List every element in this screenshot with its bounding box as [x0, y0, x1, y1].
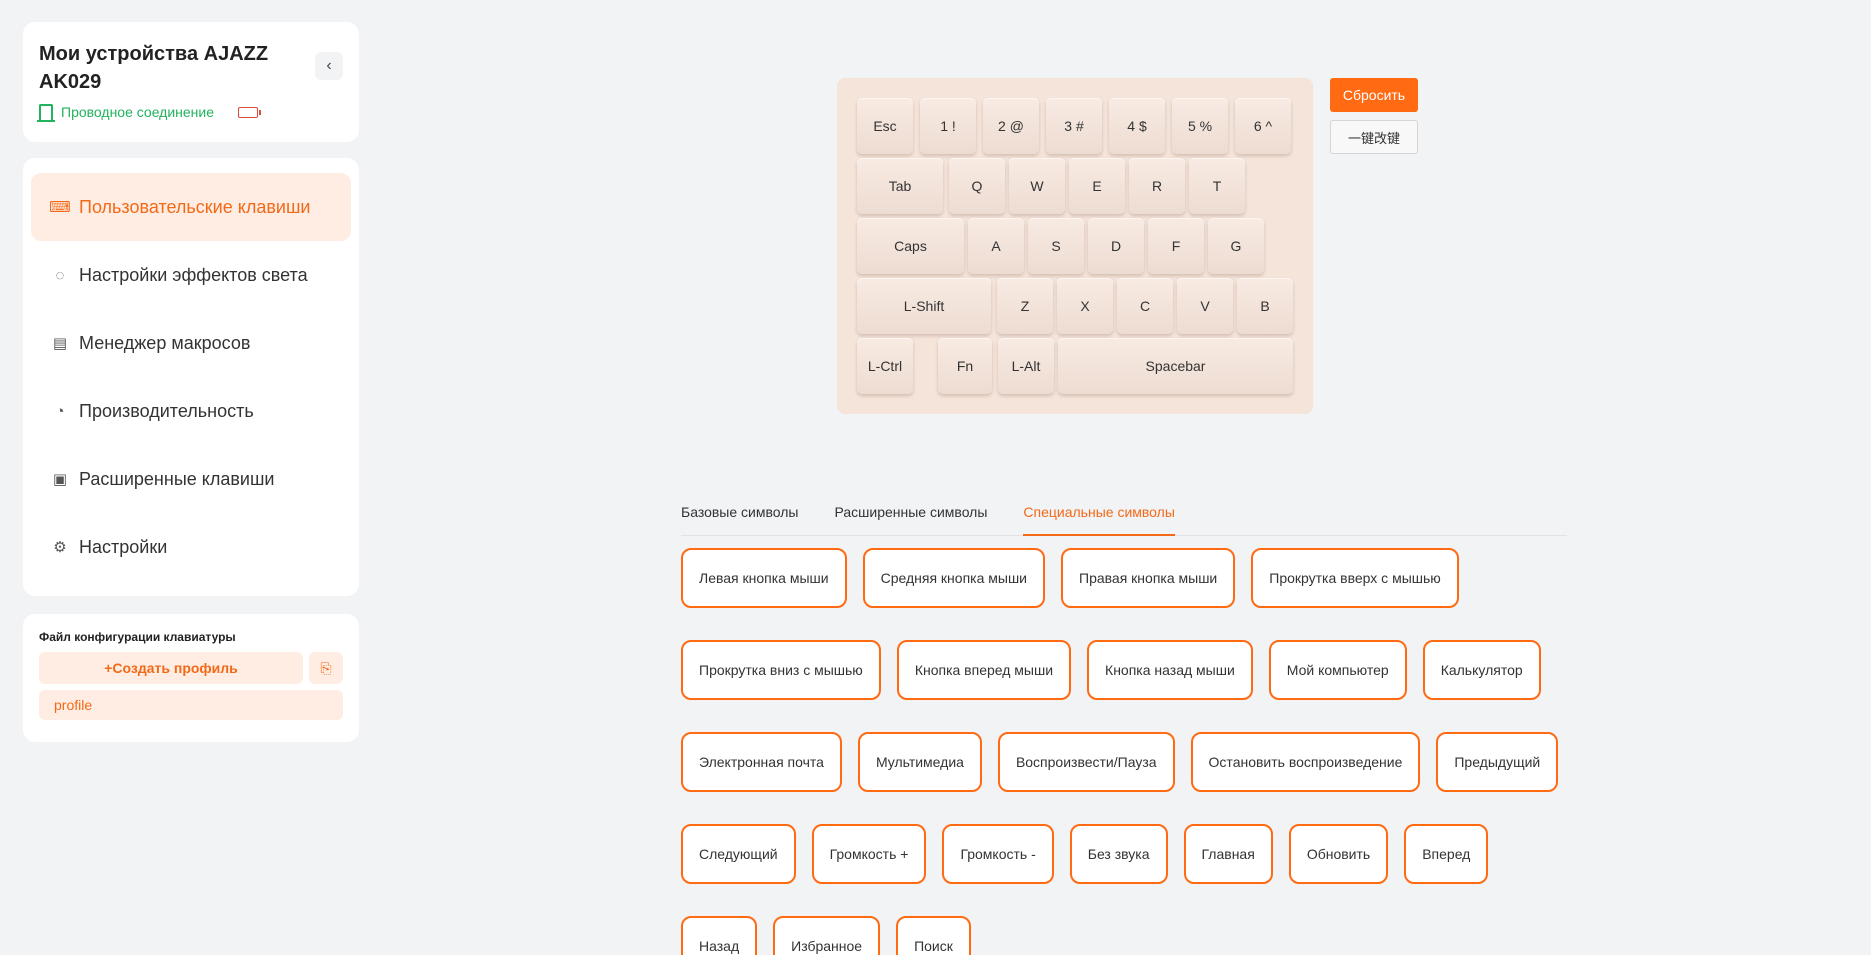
key-c[interactable]: C	[1117, 278, 1173, 334]
special-key-stop[interactable]: Остановить воспроизведение	[1190, 732, 1421, 792]
special-key-multimedia[interactable]: Мультимедиа	[857, 732, 982, 792]
sidebar-nav: ⌨ Пользовательские клавиши ◌ Настройки э…	[23, 158, 359, 596]
reset-button[interactable]: Сбросить	[1330, 78, 1418, 112]
symbol-tabs: Базовые символы Расширенные символы Спец…	[681, 502, 1567, 536]
tab-special-symbols[interactable]: Специальные символы	[1023, 502, 1175, 536]
key-1[interactable]: 1 !	[920, 98, 976, 154]
key-tab[interactable]: Tab	[857, 158, 943, 214]
key-4[interactable]: 4 $	[1109, 98, 1165, 154]
key-spacebar[interactable]: Spacebar	[1058, 338, 1293, 394]
special-key-volume-up[interactable]: Громкость +	[811, 824, 927, 884]
special-keys-grid: Левая кнопка мыши Средняя кнопка мыши Пр…	[681, 548, 1581, 955]
wired-connection-icon	[37, 104, 55, 122]
sidebar-item-label: Настройки эффектов света	[79, 264, 308, 285]
device-card: Мои устройства AJAZZ AK029 ‹ Проводное с…	[23, 22, 359, 142]
connection-status: Проводное соединение	[37, 104, 343, 122]
special-key-scroll-up[interactable]: Прокрутка вверх с мышью	[1251, 548, 1459, 608]
import-profile-button[interactable]: ⎘	[309, 652, 343, 684]
key-fn[interactable]: Fn	[938, 338, 992, 394]
special-key-favorites[interactable]: Избранное	[773, 916, 881, 955]
device-title: Мои устройства AJAZZ AK029	[39, 43, 269, 93]
special-key-back[interactable]: Назад	[681, 916, 758, 955]
special-key-next[interactable]: Следующий	[681, 824, 796, 884]
key-z[interactable]: Z	[997, 278, 1053, 334]
key-6[interactable]: 6 ^	[1235, 98, 1291, 154]
special-key-right-mouse[interactable]: Правая кнопка мыши	[1061, 548, 1236, 608]
create-profile-button[interactable]: +Создать профиль	[39, 652, 303, 684]
sidebar-item-label: Расширенные клавиши	[79, 468, 275, 489]
tab-basic-symbols[interactable]: Базовые символы	[681, 502, 798, 536]
key-s[interactable]: S	[1028, 218, 1084, 274]
key-d[interactable]: D	[1088, 218, 1144, 274]
sidebar-item-label: Менеджер макросов	[79, 332, 251, 353]
profile-item[interactable]: profile	[39, 690, 343, 720]
special-key-calculator[interactable]: Калькулятор	[1422, 640, 1541, 700]
gear-icon: ⚙	[53, 539, 67, 556]
key-2[interactable]: 2 @	[983, 98, 1039, 154]
key-5[interactable]: 5 %	[1172, 98, 1228, 154]
sidebar-item-lighting[interactable]: ◌ Настройки эффектов света	[31, 241, 351, 309]
key-w[interactable]: W	[1009, 158, 1065, 214]
key-x[interactable]: X	[1057, 278, 1113, 334]
special-key-mute[interactable]: Без звука	[1069, 824, 1168, 884]
key-caps[interactable]: Caps	[857, 218, 964, 274]
special-key-home[interactable]: Главная	[1183, 824, 1273, 884]
key-l-ctrl[interactable]: L-Ctrl	[857, 338, 913, 394]
special-key-mouse-forward[interactable]: Кнопка вперед мыши	[896, 640, 1072, 700]
special-key-refresh[interactable]: Обновить	[1288, 824, 1389, 884]
key-e[interactable]: E	[1069, 158, 1125, 214]
special-key-previous[interactable]: Предыдущий	[1436, 732, 1559, 792]
special-key-my-computer[interactable]: Мой компьютер	[1268, 640, 1407, 700]
special-key-mouse-back[interactable]: Кнопка назад мыши	[1087, 640, 1253, 700]
sidebar-item-performance[interactable]: ◔ Производительность	[31, 377, 351, 445]
key-3[interactable]: 3 #	[1046, 98, 1102, 154]
tab-extended-symbols[interactable]: Расширенные символы	[834, 502, 987, 536]
import-file-icon: ⎘	[320, 659, 332, 676]
macro-icon: ▤	[52, 335, 68, 352]
key-q[interactable]: Q	[949, 158, 1005, 214]
keyboard-layout: Esc 1 ! 2 @ 3 # 4 $ 5 % 6 ^ Tab Q W E R …	[837, 78, 1313, 414]
profile-card: Файл конфигурации клавиатуры +Создать пр…	[23, 614, 359, 742]
key-r[interactable]: R	[1129, 158, 1185, 214]
battery-icon	[238, 106, 262, 118]
chevron-left-icon: ‹	[326, 57, 332, 74]
special-key-email[interactable]: Электронная почта	[681, 732, 842, 792]
collapse-sidebar-button[interactable]: ‹	[315, 52, 343, 80]
advanced-key-icon: ▣	[52, 471, 68, 488]
key-l-alt[interactable]: L-Alt	[998, 338, 1054, 394]
special-key-middle-mouse[interactable]: Средняя кнопка мыши	[862, 548, 1045, 608]
connection-label: Проводное соединение	[61, 104, 215, 120]
special-key-left-mouse[interactable]: Левая кнопка мыши	[681, 548, 847, 608]
sidebar-item-label: Настройки	[79, 536, 168, 557]
sidebar-item-label: Пользовательские клавиши	[79, 196, 311, 217]
key-b[interactable]: B	[1237, 278, 1293, 334]
key-v[interactable]: V	[1177, 278, 1233, 334]
key-g[interactable]: G	[1208, 218, 1264, 274]
special-key-search[interactable]: Поиск	[896, 916, 971, 955]
gauge-icon: ◔	[55, 402, 65, 420]
sidebar-item-advanced-keys[interactable]: ▣ Расширенные клавиши	[31, 445, 351, 513]
sidebar-item-settings[interactable]: ⚙ Настройки	[31, 513, 351, 581]
key-l-shift[interactable]: L-Shift	[857, 278, 991, 334]
special-key-play-pause[interactable]: Воспроизвести/Пауза	[997, 732, 1175, 792]
profile-section-title: Файл конфигурации клавиатуры	[39, 630, 236, 644]
sidebar-item-label: Производительность	[79, 400, 254, 421]
custom-keys-icon: ⌨	[49, 199, 71, 216]
bulb-icon: ◌	[55, 266, 65, 284]
special-key-scroll-down[interactable]: Прокрутка вниз с мышью	[681, 640, 881, 700]
one-key-remap-button[interactable]: 一键改键	[1330, 120, 1418, 154]
sidebar-item-macros[interactable]: ▤ Менеджер макросов	[31, 309, 351, 377]
key-t[interactable]: T	[1189, 158, 1245, 214]
special-key-volume-down[interactable]: Громкость -	[942, 824, 1054, 884]
key-a[interactable]: A	[968, 218, 1024, 274]
key-esc[interactable]: Esc	[857, 98, 913, 154]
special-key-forward[interactable]: Вперед	[1404, 824, 1489, 884]
sidebar-item-custom-keys[interactable]: ⌨ Пользовательские клавиши	[31, 173, 351, 241]
key-f[interactable]: F	[1148, 218, 1204, 274]
